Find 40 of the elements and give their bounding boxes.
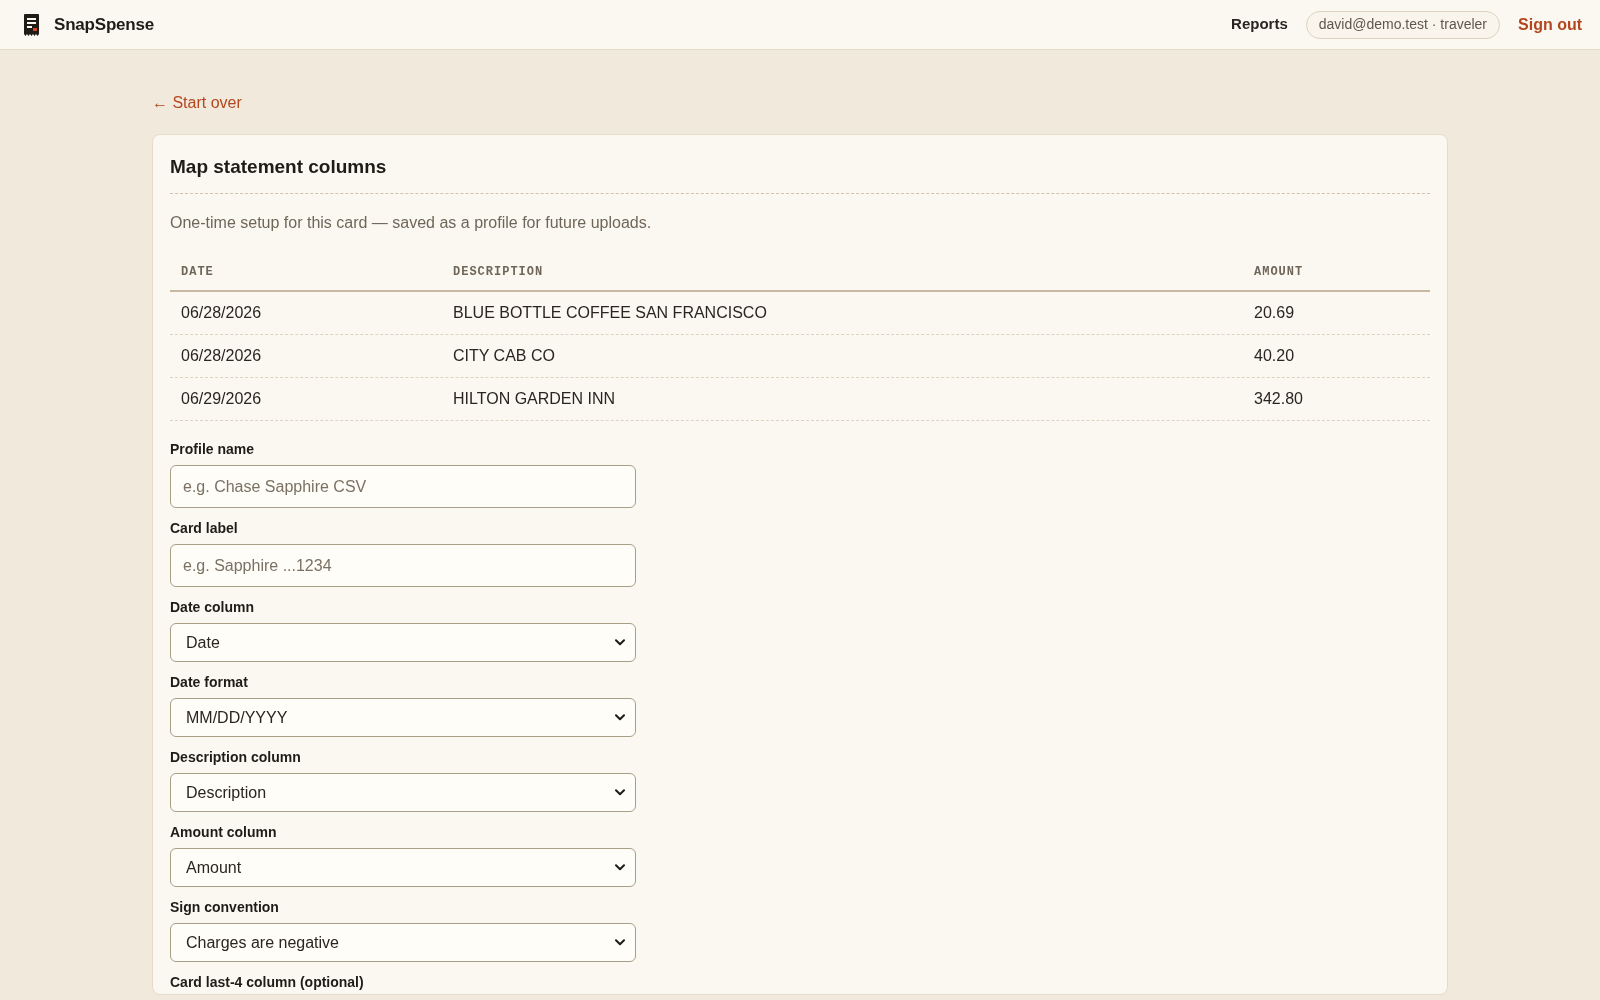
user-badge: david@demo.test · traveler (1305, 10, 1500, 39)
field-label: Card label (170, 519, 239, 538)
brand-name: SnapSpense (54, 13, 155, 36)
chevron-down-icon (615, 789, 625, 796)
table-cell: 06/28/2026 (181, 304, 262, 321)
sign-out-link[interactable]: Sign out (1518, 12, 1582, 37)
dropdown-select[interactable]: MM/DD/YYYY (170, 698, 636, 737)
start-over-link[interactable]: ← Start over (152, 91, 242, 115)
table-cell: 342.80 (1254, 390, 1303, 407)
text-field[interactable]: e.g. Sapphire ...1234 (170, 544, 636, 587)
field-label: Date column (170, 598, 255, 617)
chevron-down-icon (615, 939, 625, 946)
field-label: Card last-4 column (optional) (170, 973, 365, 992)
column-header: DESCRIPTION (453, 265, 544, 279)
field-label: Amount column (170, 823, 278, 842)
field-label: Profile name (170, 440, 256, 459)
table-cell: HILTON GARDEN INN (453, 390, 616, 407)
table-cell: 06/28/2026 (181, 347, 262, 364)
field-label: Sign convention (170, 898, 280, 917)
chevron-down-icon (615, 714, 625, 721)
dropdown-select[interactable]: Date (170, 623, 636, 662)
table-cell: 06/29/2026 (181, 390, 262, 407)
card-subtitle: One-time setup for this card — saved as a profile for future uploads. (170, 213, 653, 233)
card-title: Map statement columns (170, 155, 388, 179)
chevron-down-icon (615, 639, 625, 646)
dropdown-select[interactable]: Charges are negative (170, 923, 636, 962)
column-header: DATE (181, 265, 214, 279)
receipt-icon (24, 13, 39, 36)
dropdown-select[interactable]: Amount (170, 848, 636, 887)
table-cell: BLUE BOTTLE COFFEE SAN FRANCISCO (453, 304, 767, 321)
nav-link[interactable]: Reports (1231, 13, 1288, 36)
table-cell: 20.69 (1254, 304, 1295, 321)
dropdown-select[interactable]: Description (170, 773, 636, 812)
column-header: AMOUNT (1254, 265, 1304, 279)
table-cell: 40.20 (1254, 347, 1295, 364)
field-label: Date format (170, 673, 249, 692)
chevron-down-icon (615, 864, 625, 871)
text-field[interactable]: e.g. Chase Sapphire CSV (170, 465, 636, 508)
table-cell: CITY CAB CO (453, 347, 555, 364)
field-label: Description column (170, 748, 302, 767)
